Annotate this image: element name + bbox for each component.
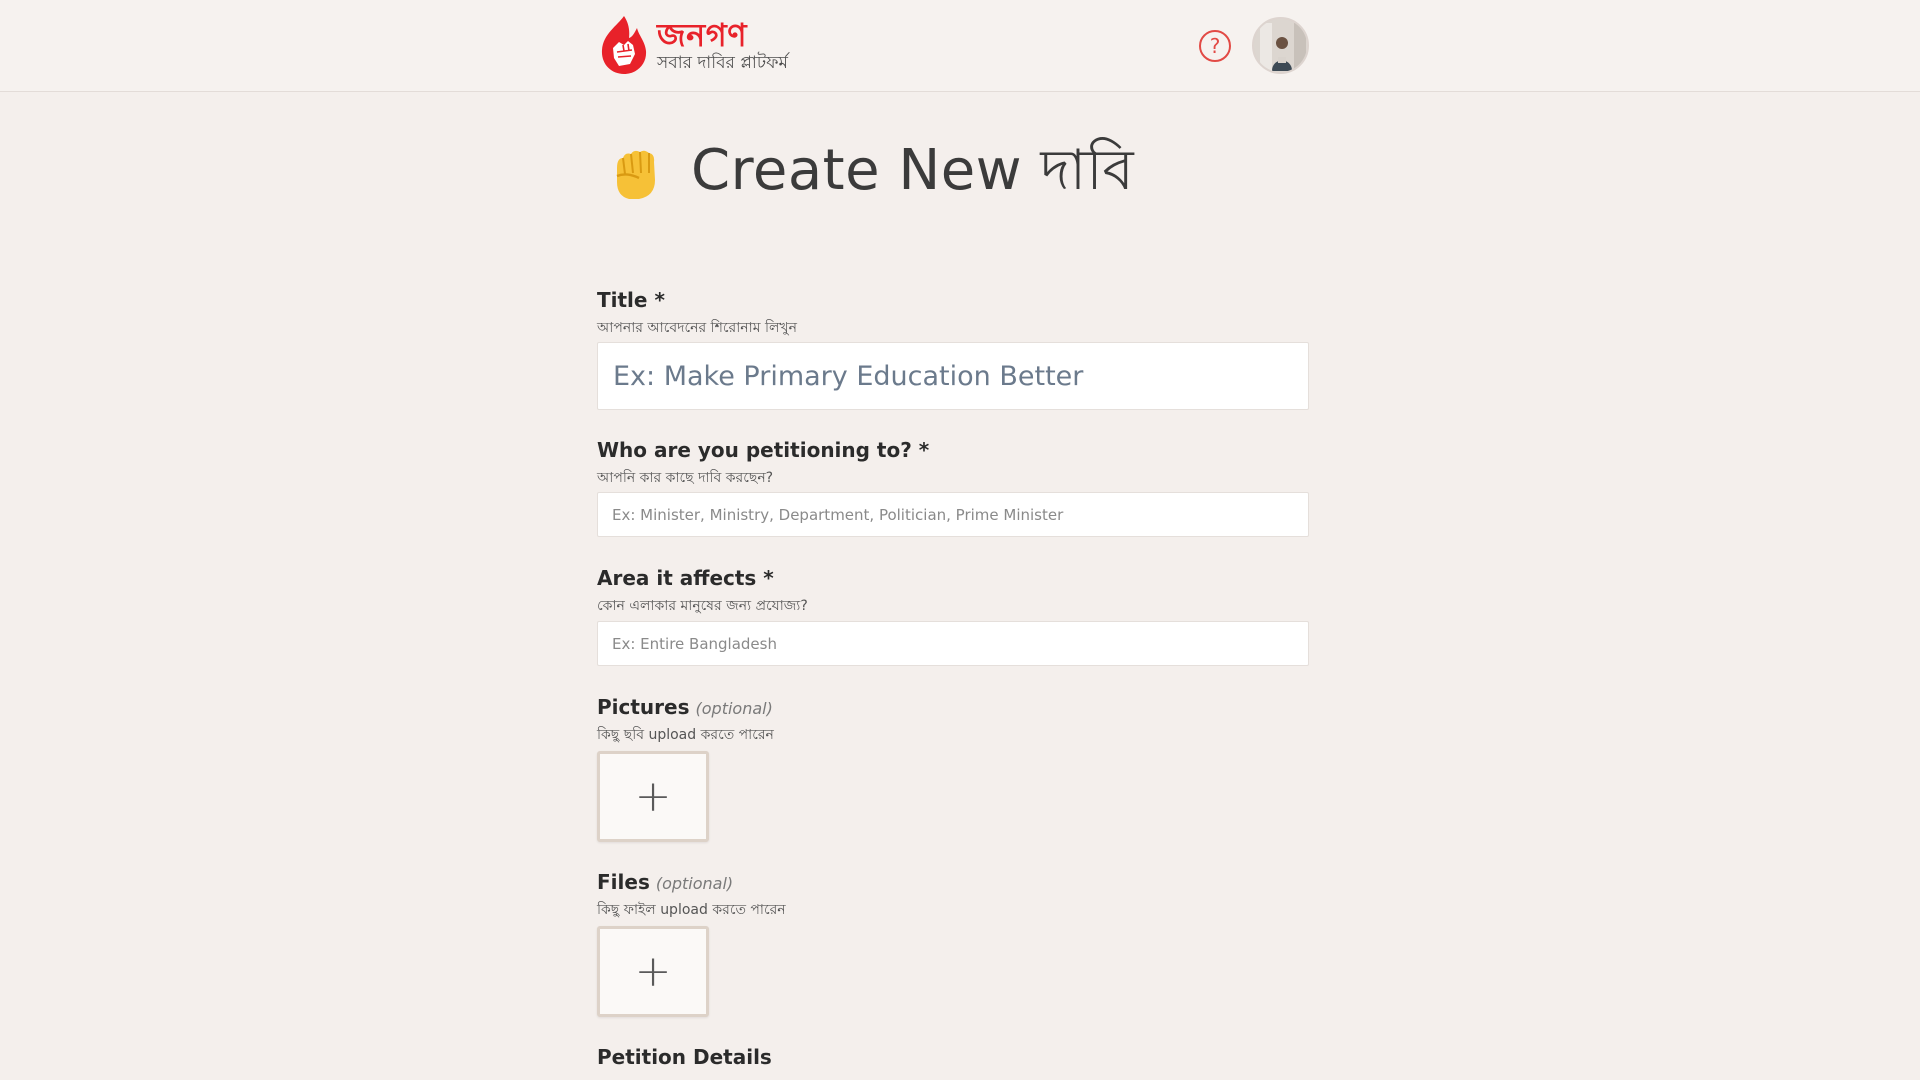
raised-fist-icon xyxy=(616,150,655,199)
page-title: Create New দাবি xyxy=(691,138,1135,203)
area-label: Area it affects * xyxy=(597,566,774,590)
title-field-group: Title * আপনার আবেদনের শিরোনাম লিখুন xyxy=(597,288,1309,340)
plus-icon: + xyxy=(634,946,672,997)
pictures-hint: কিছু ছবি upload করতে পারেন xyxy=(597,727,774,743)
details-field-group: Petition Details xyxy=(597,1045,1309,1069)
files-label: Files xyxy=(597,870,650,894)
target-input[interactable] xyxy=(597,492,1309,537)
brand-logo-link[interactable]: জনগণ সবার দাবির প্লাটফর্ম xyxy=(597,14,788,76)
brand-tagline: সবার দাবির প্লাটফর্ম xyxy=(657,52,788,73)
details-label: Petition Details xyxy=(597,1045,772,1069)
fist-flame-logo-icon xyxy=(601,16,647,74)
files-field-group: Files (optional) কিছু ফাইল upload করতে পা… xyxy=(597,870,1309,922)
top-bar: জনগণ সবার দাবির প্লাটফর্ম ? xyxy=(0,0,1920,92)
target-label: Who are you petitioning to? * xyxy=(597,438,930,462)
title-input[interactable] xyxy=(597,342,1309,410)
files-hint: কিছু ফাইল upload করতে পারেন xyxy=(597,902,786,918)
user-avatar[interactable] xyxy=(1252,17,1309,74)
pictures-optional-tag: (optional) xyxy=(695,699,773,718)
area-input[interactable] xyxy=(597,621,1309,666)
page-heading: Create New দাবি xyxy=(597,134,1309,214)
files-optional-tag: (optional) xyxy=(655,874,734,893)
add-file-button[interactable]: + xyxy=(597,926,709,1017)
brand-name: জনগণ xyxy=(657,15,748,54)
area-hint: কোন এলাকার মানুষের জন্য প্রযোজ্য? xyxy=(597,598,808,614)
title-label: Title * xyxy=(597,288,665,312)
help-button[interactable]: ? xyxy=(1199,30,1231,62)
plus-icon: + xyxy=(634,771,672,822)
add-picture-button[interactable]: + xyxy=(597,751,709,842)
target-hint: আপনি কার কাছে দাবি করছেন? xyxy=(597,470,774,486)
pictures-field-group: Pictures (optional) কিছু ছবি upload করতে … xyxy=(597,695,1309,747)
target-field-group: Who are you petitioning to? * আপনি কার ক… xyxy=(597,438,1309,490)
create-petition-form: Create New দাবি Title * আপনার আবেদনের শি… xyxy=(597,92,1309,1069)
user-avatar-image xyxy=(1254,19,1307,72)
title-hint: আপনার আবেদনের শিরোনাম লিখুন xyxy=(597,320,797,336)
question-circle-icon: ? xyxy=(1209,34,1221,58)
pictures-label: Pictures xyxy=(597,695,690,719)
area-field-group: Area it affects * কোন এলাকার মানুষের জন্… xyxy=(597,566,1309,618)
